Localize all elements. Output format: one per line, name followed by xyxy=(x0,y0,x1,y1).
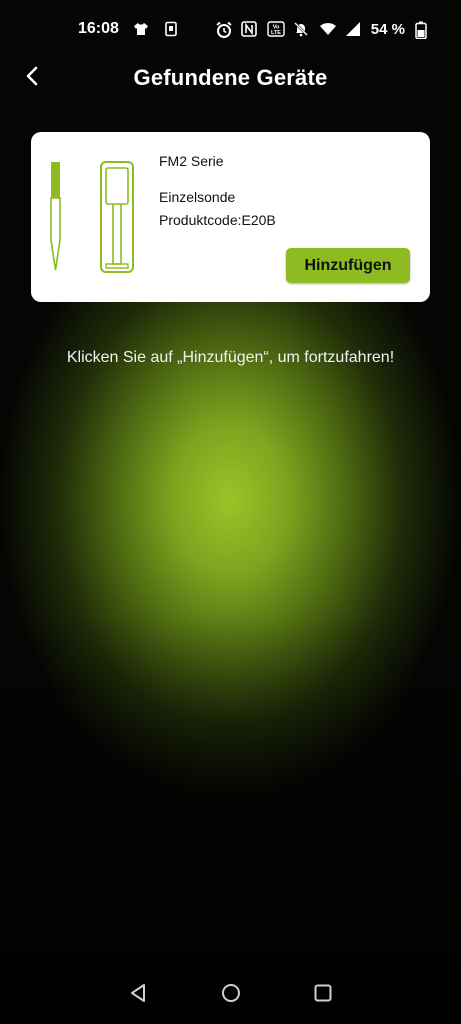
mute-icon xyxy=(293,21,309,37)
back-button[interactable] xyxy=(18,64,46,92)
volte-icon: Vo LTE xyxy=(267,21,285,37)
nav-back-button[interactable] xyxy=(125,981,153,1009)
shirt-icon xyxy=(133,21,149,37)
nfc-icon xyxy=(240,21,257,37)
device-type: Einzelsonde xyxy=(159,189,236,205)
svg-text:LTE: LTE xyxy=(271,30,281,36)
sim-icon xyxy=(163,21,179,37)
battery-percent: 54 % xyxy=(370,20,405,38)
add-button[interactable]: Hinzufügen xyxy=(286,248,410,283)
back-triangle-icon xyxy=(129,983,149,1008)
system-nav-bar xyxy=(0,966,461,1024)
home-circle-icon xyxy=(221,983,241,1008)
alarm-icon xyxy=(215,21,232,38)
product-code: Produktcode:E20B xyxy=(159,212,276,228)
status-bar: 16:08 Vo LTE 54 % xyxy=(0,0,461,58)
wifi-icon xyxy=(319,21,336,37)
header: Gefundene Geräte xyxy=(0,58,461,98)
recents-square-icon xyxy=(313,983,333,1008)
nav-recents-button[interactable] xyxy=(309,981,337,1009)
repeater-icon xyxy=(99,160,135,279)
signal-icon xyxy=(345,21,361,37)
device-card: FM2 Serie Einzelsonde Produktcode:E20B H… xyxy=(31,132,430,302)
device-icons xyxy=(47,158,137,274)
chevron-left-icon xyxy=(25,66,39,91)
battery-icon xyxy=(415,21,431,40)
nav-home-button[interactable] xyxy=(217,981,245,1009)
device-series: FM2 Serie xyxy=(159,153,224,169)
hint-text: Klicken Sie auf „Hinzufügen“, um fortzuf… xyxy=(66,349,395,366)
probe-icon xyxy=(47,158,67,279)
status-time: 16:08 xyxy=(78,20,119,37)
page-title: Gefundene Geräte xyxy=(133,65,328,90)
